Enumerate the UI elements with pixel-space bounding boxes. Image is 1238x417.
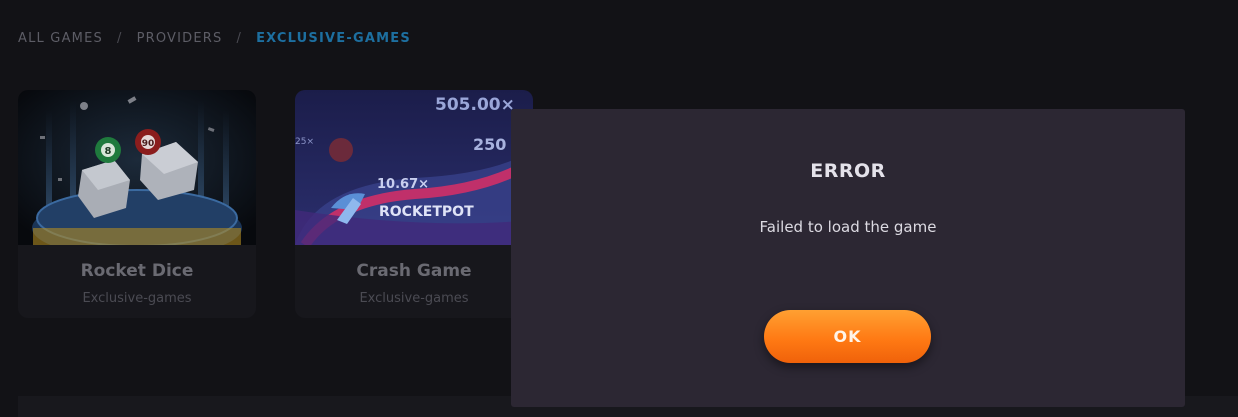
ok-button[interactable]: OK xyxy=(764,310,931,363)
error-dialog: ERROR Failed to load the game OK xyxy=(511,109,1185,407)
dialog-message: Failed to load the game xyxy=(759,218,937,236)
dialog-title: ERROR xyxy=(810,160,886,182)
